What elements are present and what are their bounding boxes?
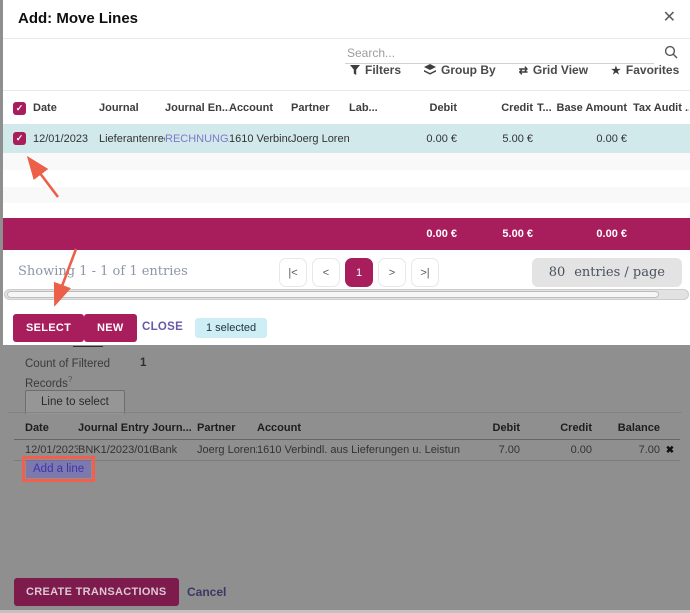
col-journal: Journ... <box>152 422 197 434</box>
cell-credit: 5.00 € <box>457 133 533 145</box>
pager: |< < 1 > >| <box>279 258 439 287</box>
empty-row <box>3 203 690 218</box>
col-partner: Partner <box>197 422 257 434</box>
empty-row <box>3 153 690 170</box>
search-input[interactable]: Search... <box>345 42 654 64</box>
prev-page-button[interactable]: < <box>312 258 340 287</box>
cancel-link[interactable]: Cancel <box>187 585 226 599</box>
filter-icon <box>350 65 360 76</box>
col-account[interactable]: Account <box>229 102 291 114</box>
page-1-button[interactable]: 1 <box>345 258 373 287</box>
select-all-checkbox[interactable]: ✓ <box>13 102 26 115</box>
col-journal[interactable]: Journal <box>99 102 165 114</box>
col-journal-entry[interactable]: Journal En... <box>165 102 229 114</box>
cell-date: 12/01/2023 <box>33 133 99 145</box>
cell-debit: 0.00 € <box>397 133 457 145</box>
delete-row-icon[interactable]: ✖ <box>660 445 680 456</box>
close-icon[interactable]: ✕ <box>663 7 676 27</box>
col-credit: Credit <box>520 422 592 434</box>
select-button[interactable]: SELECT <box>13 314 84 342</box>
col-tax[interactable]: T... <box>533 102 551 114</box>
add-a-line-annotation-box: Add a line <box>22 456 95 482</box>
filters-button[interactable]: Filters <box>350 63 401 77</box>
favorites-button[interactable]: ★ Favorites <box>611 63 679 77</box>
move-lines-table-header: ✓ Date Journal Journal En... Account Par… <box>3 92 690 124</box>
cell-journal-entry-link[interactable]: RECHNUNG/20 <box>165 133 229 145</box>
col-debit: Debit <box>460 422 520 434</box>
next-page-button[interactable]: > <box>378 258 406 287</box>
cell-base-amount: 0.00 € <box>551 133 627 145</box>
col-date: Date <box>25 422 78 434</box>
search-placeholder: Search... <box>345 42 654 60</box>
total-base-amount: 0.00 € <box>551 228 627 240</box>
count-of-filtered-records-label: Count of Filtered Records? <box>25 357 129 392</box>
total-debit: 0.00 € <box>397 228 457 240</box>
col-date[interactable]: Date <box>33 102 99 114</box>
col-base-amount[interactable]: Base Amount <box>551 102 627 114</box>
grid-view-button[interactable]: ⇄ Grid View <box>519 63 588 77</box>
row-checkbox[interactable]: ✓ <box>13 132 26 145</box>
close-button[interactable]: CLOSE <box>142 321 183 333</box>
add-a-line-link[interactable]: Add a line <box>26 460 91 478</box>
col-tax-audit[interactable]: Tax Audit ... <box>627 102 689 114</box>
tab-divider <box>8 412 682 413</box>
empty-row <box>3 170 690 187</box>
col-label[interactable]: Lab... <box>349 102 397 114</box>
search-icon[interactable] <box>664 45 678 59</box>
cell-balance: 7.00 <box>592 444 660 456</box>
search-controls: Filters Group By ⇄ Grid View ★ Favorites <box>350 63 679 77</box>
star-icon: ★ <box>611 64 621 77</box>
col-journal-entry: Journal Entry <box>78 422 152 434</box>
totals-bar: 0.00 € 5.00 € 0.00 € <box>3 218 690 250</box>
cell-partner: Joerg Lorenz <box>197 444 257 456</box>
cell-journal: Lieferantenrech <box>99 133 165 145</box>
dialog-title: Add: Move Lines <box>18 10 138 27</box>
horizontal-scrollbar[interactable] <box>4 289 689 300</box>
total-credit: 5.00 € <box>457 228 533 240</box>
group-by-button[interactable]: Group By <box>424 63 496 77</box>
help-icon: ? <box>68 375 72 384</box>
entries-per-page-label: entries / page <box>574 265 665 280</box>
col-debit[interactable]: Debit <box>397 102 457 114</box>
cell-account: 1610 Verbindl. aus Lieferungen u. Leistu… <box>257 444 460 456</box>
move-line-row-selected[interactable]: ✓ 12/01/2023 Lieferantenrech RECHNUNG/20… <box>3 124 690 153</box>
grid-view-icon: ⇄ <box>519 64 528 77</box>
scrollbar-thumb[interactable] <box>7 291 659 298</box>
group-by-icon <box>424 64 436 76</box>
cell-partner: Joerg Lorenz <box>291 133 349 145</box>
add-move-lines-dialog: Add: Move Lines ✕ Search... Filters Grou… <box>3 0 690 345</box>
empty-row <box>3 187 690 203</box>
cell-journal: Bank <box>152 444 197 456</box>
table-row[interactable]: 12/01/2023 BNK1/2023/0101 Bank Joerg Lor… <box>14 440 680 461</box>
showing-entries-text: Showing 1 - 1 of 1 entries <box>18 264 188 279</box>
clipped-background-text: filters <box>73 345 103 351</box>
col-partner[interactable]: Partner <box>291 102 349 114</box>
entries-per-page-selector[interactable]: 80 entries / page <box>532 258 682 287</box>
cell-journal-entry: BNK1/2023/0101 <box>78 444 152 456</box>
create-transactions-button[interactable]: CREATE TRANSACTIONS <box>14 578 179 606</box>
divider <box>3 90 690 91</box>
col-balance: Balance <box>592 422 660 434</box>
cell-date: 12/01/2023 <box>25 444 78 456</box>
cell-debit: 7.00 <box>460 444 520 456</box>
col-credit[interactable]: Credit <box>457 102 533 114</box>
tab-line-to-select[interactable]: Line to select <box>25 390 125 414</box>
selected-count-badge: 1 selected <box>195 318 267 338</box>
cell-credit: 0.00 <box>520 444 592 456</box>
lines-table: Date Journal Entry Journ... Partner Acco… <box>14 416 680 461</box>
col-account: Account <box>257 422 460 434</box>
last-page-button[interactable]: >| <box>411 258 439 287</box>
cell-account: 1610 Verbindl. aus <box>229 133 291 145</box>
lines-table-header: Date Journal Entry Journ... Partner Acco… <box>14 416 680 440</box>
count-of-filtered-records-value: 1 <box>140 357 146 369</box>
new-button[interactable]: NEW <box>84 314 137 342</box>
divider <box>3 38 690 39</box>
first-page-button[interactable]: |< <box>279 258 307 287</box>
entries-per-page-value: 80 <box>549 265 566 280</box>
